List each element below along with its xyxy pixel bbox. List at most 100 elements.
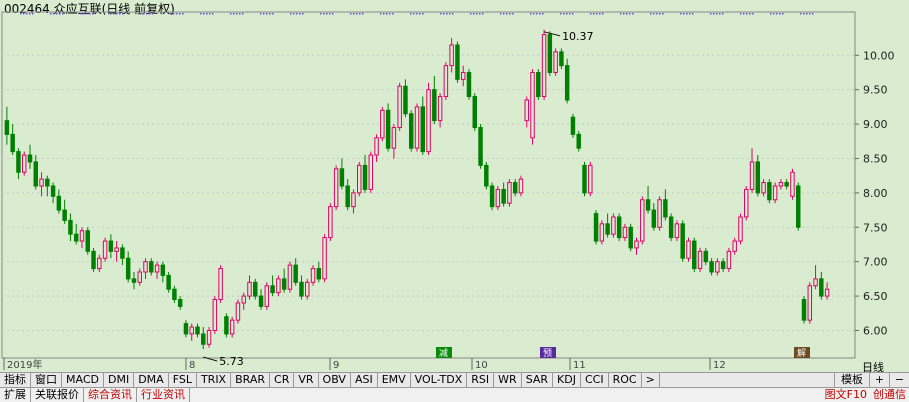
candle-body[interactable] bbox=[495, 188, 501, 208]
template-button[interactable]: 模板 bbox=[834, 373, 869, 387]
candle-body[interactable] bbox=[120, 247, 125, 259]
candle-body[interactable] bbox=[559, 51, 564, 67]
candle-body[interactable] bbox=[408, 113, 414, 149]
candle-body[interactable] bbox=[328, 206, 333, 239]
candle-body[interactable] bbox=[686, 240, 691, 259]
candle-body[interactable] bbox=[108, 240, 114, 252]
candle-body[interactable] bbox=[333, 168, 339, 208]
candle-body[interactable] bbox=[553, 51, 558, 73]
candle-body[interactable] bbox=[819, 278, 824, 297]
candle-body[interactable] bbox=[588, 164, 593, 194]
indicator-tab-sar[interactable]: SAR bbox=[522, 373, 554, 387]
candle-body[interactable] bbox=[657, 199, 662, 228]
candle-body[interactable] bbox=[599, 223, 605, 242]
candle-body[interactable] bbox=[102, 240, 108, 259]
candle-body[interactable] bbox=[536, 71, 541, 98]
candle-body[interactable] bbox=[611, 216, 616, 235]
indicator-tab-dmi[interactable]: DMI bbox=[104, 373, 135, 387]
candle-body[interactable] bbox=[253, 281, 258, 297]
candle-body[interactable] bbox=[137, 271, 142, 283]
indicator-tab-dma[interactable]: DMA bbox=[134, 373, 169, 387]
candle-body[interactable] bbox=[397, 85, 402, 129]
candle-body[interactable] bbox=[524, 99, 529, 122]
candle-body[interactable] bbox=[91, 250, 96, 270]
candle-body[interactable] bbox=[576, 133, 581, 149]
candle-body[interactable] bbox=[339, 168, 345, 187]
candle-body[interactable] bbox=[472, 96, 477, 129]
candle-body[interactable] bbox=[125, 257, 131, 280]
candle-body[interactable] bbox=[154, 264, 160, 273]
indicator-tab-cci[interactable]: CCI bbox=[581, 373, 609, 387]
candle-body[interactable] bbox=[813, 278, 818, 287]
candle-body[interactable] bbox=[160, 264, 166, 276]
candle-body[interactable] bbox=[235, 302, 241, 321]
candle-body[interactable] bbox=[143, 261, 148, 273]
candle-body[interactable] bbox=[761, 182, 766, 194]
candle-body[interactable] bbox=[201, 333, 206, 345]
candle-body[interactable] bbox=[97, 257, 102, 270]
candlestick-chart[interactable]: 6.00 6.50 7.00 7.50 8.00 8.50 9.00 9.50 10.00 201… bbox=[0, 0, 909, 372]
candle-body[interactable] bbox=[357, 164, 362, 194]
candle-body[interactable] bbox=[755, 161, 761, 194]
candle-body[interactable] bbox=[749, 161, 755, 190]
candle-body[interactable] bbox=[16, 151, 21, 173]
candle-body[interactable] bbox=[247, 281, 252, 297]
candle-body[interactable] bbox=[570, 116, 576, 135]
candle-body[interactable] bbox=[177, 299, 183, 307]
indicator-tab-asi[interactable]: ASI bbox=[351, 373, 378, 387]
candle-body[interactable] bbox=[772, 185, 778, 201]
candle-body[interactable] bbox=[628, 226, 633, 249]
candle-body[interactable] bbox=[824, 288, 830, 297]
info-tab-3[interactable]: 行业资讯 bbox=[137, 388, 190, 402]
candle-body[interactable] bbox=[801, 299, 807, 321]
candle-body[interactable] bbox=[709, 261, 714, 273]
zoom-in-button[interactable]: + bbox=[869, 373, 889, 387]
candle-body[interactable] bbox=[305, 281, 310, 297]
candle-body[interactable] bbox=[449, 44, 454, 67]
candle-body[interactable] bbox=[547, 34, 553, 73]
candle-body[interactable] bbox=[224, 316, 229, 335]
candle-body[interactable] bbox=[790, 171, 795, 197]
candle-body[interactable] bbox=[489, 185, 495, 208]
candle-body[interactable] bbox=[310, 268, 316, 283]
candle-body[interactable] bbox=[62, 209, 67, 221]
candle-body[interactable] bbox=[172, 288, 177, 301]
indicator-tab-vol-tdx[interactable]: VOL-TDX bbox=[411, 373, 468, 387]
indicator-tab-rsi[interactable]: RSI bbox=[467, 373, 495, 387]
candle-body[interactable] bbox=[39, 178, 44, 187]
candle-body[interactable] bbox=[322, 237, 327, 280]
candle-body[interactable] bbox=[166, 274, 171, 290]
candle-body[interactable] bbox=[189, 326, 194, 335]
candle-body[interactable] bbox=[778, 182, 784, 187]
candle-body[interactable] bbox=[183, 323, 189, 335]
candle-body[interactable] bbox=[697, 250, 703, 270]
candle-body[interactable] bbox=[616, 216, 622, 239]
candle-body[interactable] bbox=[293, 264, 298, 283]
candle-body[interactable] bbox=[541, 34, 547, 98]
candle-body[interactable] bbox=[68, 219, 73, 235]
candle-body[interactable] bbox=[426, 89, 431, 153]
candle-body[interactable] bbox=[149, 261, 154, 273]
candle-body[interactable] bbox=[50, 185, 56, 197]
candle-body[interactable] bbox=[564, 65, 570, 101]
candle-body[interactable] bbox=[582, 164, 587, 194]
candle-body[interactable] bbox=[455, 44, 460, 80]
candle-body[interactable] bbox=[73, 233, 79, 242]
candle-body[interactable] bbox=[605, 223, 610, 235]
candle-body[interactable] bbox=[795, 185, 801, 228]
candle-body[interactable] bbox=[195, 326, 200, 335]
candle-body[interactable] bbox=[692, 240, 697, 270]
candle-body[interactable] bbox=[622, 226, 628, 239]
candle-body[interactable] bbox=[634, 240, 639, 249]
candle-body[interactable] bbox=[767, 182, 772, 201]
candle-body[interactable] bbox=[663, 199, 668, 218]
candle-body[interactable] bbox=[229, 319, 235, 335]
candle-body[interactable] bbox=[420, 106, 426, 153]
candle-body[interactable] bbox=[45, 178, 50, 187]
candle-body[interactable] bbox=[10, 133, 15, 153]
info-tab-2[interactable]: 综合资讯 bbox=[84, 388, 137, 402]
candle-body[interactable] bbox=[33, 161, 39, 187]
indicator-tab-roc[interactable]: ROC bbox=[609, 373, 642, 387]
indicator-tab-fsl[interactable]: FSL bbox=[169, 373, 197, 387]
candle-body[interactable] bbox=[241, 295, 246, 304]
